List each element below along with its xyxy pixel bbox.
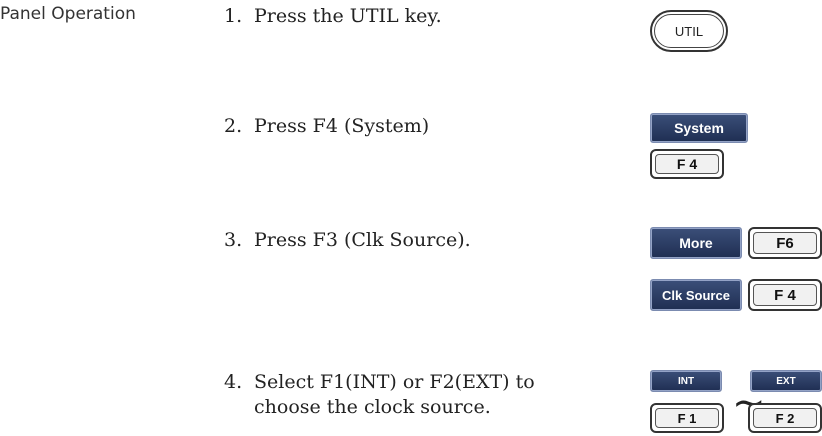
f2-key[interactable]: F 2 [748,403,822,433]
f6-key-label: F6 [753,232,817,254]
step-number: 4. [224,371,243,393]
step-text: Select F1(INT) or F2(EXT) to [254,371,535,393]
step-4: 4. Select F1(INT) or F2(EXT) to choose th… [224,370,535,420]
step-1: 1. Press the UTIL key. [224,4,442,29]
step-number: 1. [224,5,243,27]
step-3: 3. Press F3 (Clk Source). [224,228,471,253]
step-text: Press F4 (System) [254,115,430,137]
util-key-label: UTIL [654,14,724,48]
f6-key[interactable]: F6 [748,227,822,259]
step-number: 2. [224,115,243,137]
step-text: Press F3 (Clk Source). [254,229,471,251]
step-text: Press the UTIL key. [254,5,442,27]
f4-key-label: F 4 [655,154,719,174]
f4-key-2[interactable]: F 4 [748,279,822,311]
f1-key[interactable]: F 1 [650,403,724,433]
section-label: Panel Operation [0,4,136,24]
system-softkey[interactable]: System [650,113,748,143]
step-2: 2. Press F4 (System) [224,114,429,139]
util-key[interactable]: UTIL [650,10,728,52]
int-softkey[interactable]: INT [650,370,722,392]
f4-key[interactable]: F 4 [650,149,724,179]
step-number: 3. [224,229,243,251]
f2-key-label: F 2 [753,408,817,428]
clk-source-softkey[interactable]: Clk Source [650,279,742,311]
step-text-continued: choose the clock source. [254,396,491,418]
f4-key-2-label: F 4 [753,284,817,306]
more-softkey[interactable]: More [650,227,742,259]
f1-key-label: F 1 [655,408,719,428]
ext-softkey[interactable]: EXT [750,370,822,392]
